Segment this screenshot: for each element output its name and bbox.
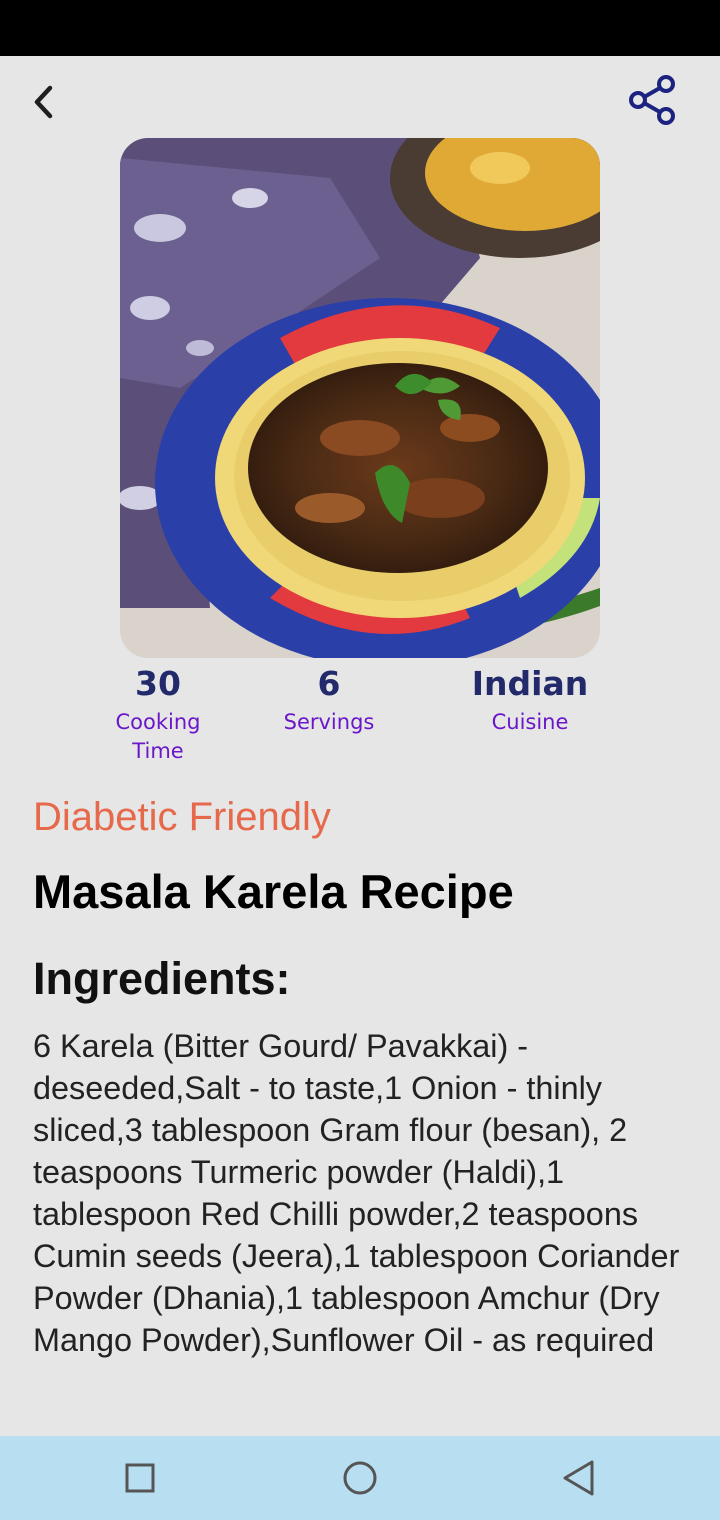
ingredients-text: 6 Karela (Bitter Gourd/ Pavakkai) - dese… <box>33 1028 680 1358</box>
stat-value: Indian <box>471 664 589 703</box>
ingredients-heading: Ingredients: <box>33 953 291 1004</box>
square-icon <box>125 1463 155 1493</box>
stat-servings: 6 Servings <box>260 662 398 737</box>
circle-icon <box>343 1461 377 1495</box>
recents-button[interactable] <box>116 1456 164 1500</box>
stat-label: Servings <box>283 710 375 734</box>
status-bar <box>0 0 720 56</box>
diet-tag: Diabetic Friendly <box>33 795 331 839</box>
stat-cooking-time: 30 Cooking Time <box>94 662 222 766</box>
stat-value: 6 <box>317 664 341 703</box>
recipe-stats: 30 Cooking Time 6 Servings Indian Cuisin… <box>0 662 720 782</box>
recipe-image <box>120 138 600 658</box>
share-icon <box>629 75 675 125</box>
triangle-back-icon <box>563 1460 594 1496</box>
stat-cuisine: Indian Cuisine <box>460 662 600 737</box>
stat-label: Cuisine <box>491 710 569 734</box>
share-button[interactable] <box>622 70 684 130</box>
chevron-left-icon <box>34 85 53 119</box>
stat-label: Cooking Time <box>115 710 201 763</box>
home-button[interactable] <box>336 1456 384 1500</box>
recipe-title: Masala Karela Recipe <box>33 865 514 918</box>
stat-value: 30 <box>135 664 181 703</box>
system-back-button[interactable] <box>554 1456 602 1500</box>
app-bar <box>0 56 720 146</box>
back-button[interactable] <box>22 78 66 126</box>
system-nav-bar <box>0 1436 720 1520</box>
